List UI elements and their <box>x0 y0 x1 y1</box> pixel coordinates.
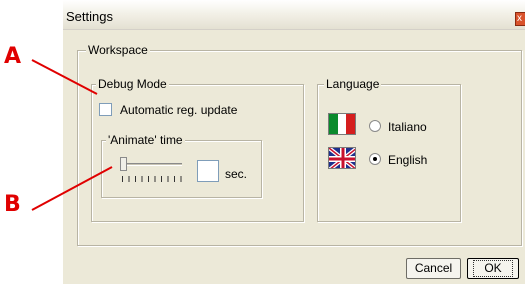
animate-time-slider[interactable] <box>120 156 186 186</box>
settings-dialog: Settings x Workspace Debug Mode Automati… <box>63 0 525 284</box>
italy-flag-icon <box>328 113 356 135</box>
slider-ticks <box>122 176 182 182</box>
animate-time-legend: 'Animate' time <box>106 133 185 147</box>
uk-flag-graphic <box>329 148 355 168</box>
ok-button[interactable]: OK <box>467 258 519 279</box>
radio-english[interactable] <box>369 153 381 165</box>
window-title: Settings <box>66 9 113 24</box>
close-icon: x <box>517 13 522 24</box>
workspace-legend: Workspace <box>86 43 150 57</box>
annotation-label-b: B <box>4 192 21 217</box>
language-legend: Language <box>324 77 382 91</box>
animate-time-input[interactable] <box>197 160 219 182</box>
uk-flag-icon <box>328 147 356 169</box>
radio-italiano[interactable] <box>369 120 381 132</box>
italiano-label[interactable]: Italiano <box>388 120 427 134</box>
title-bar: Settings x <box>63 0 525 30</box>
ok-button-label: OK <box>473 260 513 277</box>
seconds-unit-label: sec. <box>225 167 248 181</box>
automatic-reg-update-checkbox[interactable] <box>99 103 112 116</box>
automatic-reg-update-label[interactable]: Automatic reg. update <box>120 103 237 117</box>
english-label[interactable]: English <box>388 153 427 167</box>
close-button[interactable]: x <box>515 12 525 26</box>
debug-mode-legend: Debug Mode <box>96 77 169 91</box>
slider-track <box>122 163 182 166</box>
slider-thumb[interactable] <box>120 157 127 171</box>
annotation-label-a: A <box>4 44 22 69</box>
cancel-button[interactable]: Cancel <box>406 258 461 279</box>
